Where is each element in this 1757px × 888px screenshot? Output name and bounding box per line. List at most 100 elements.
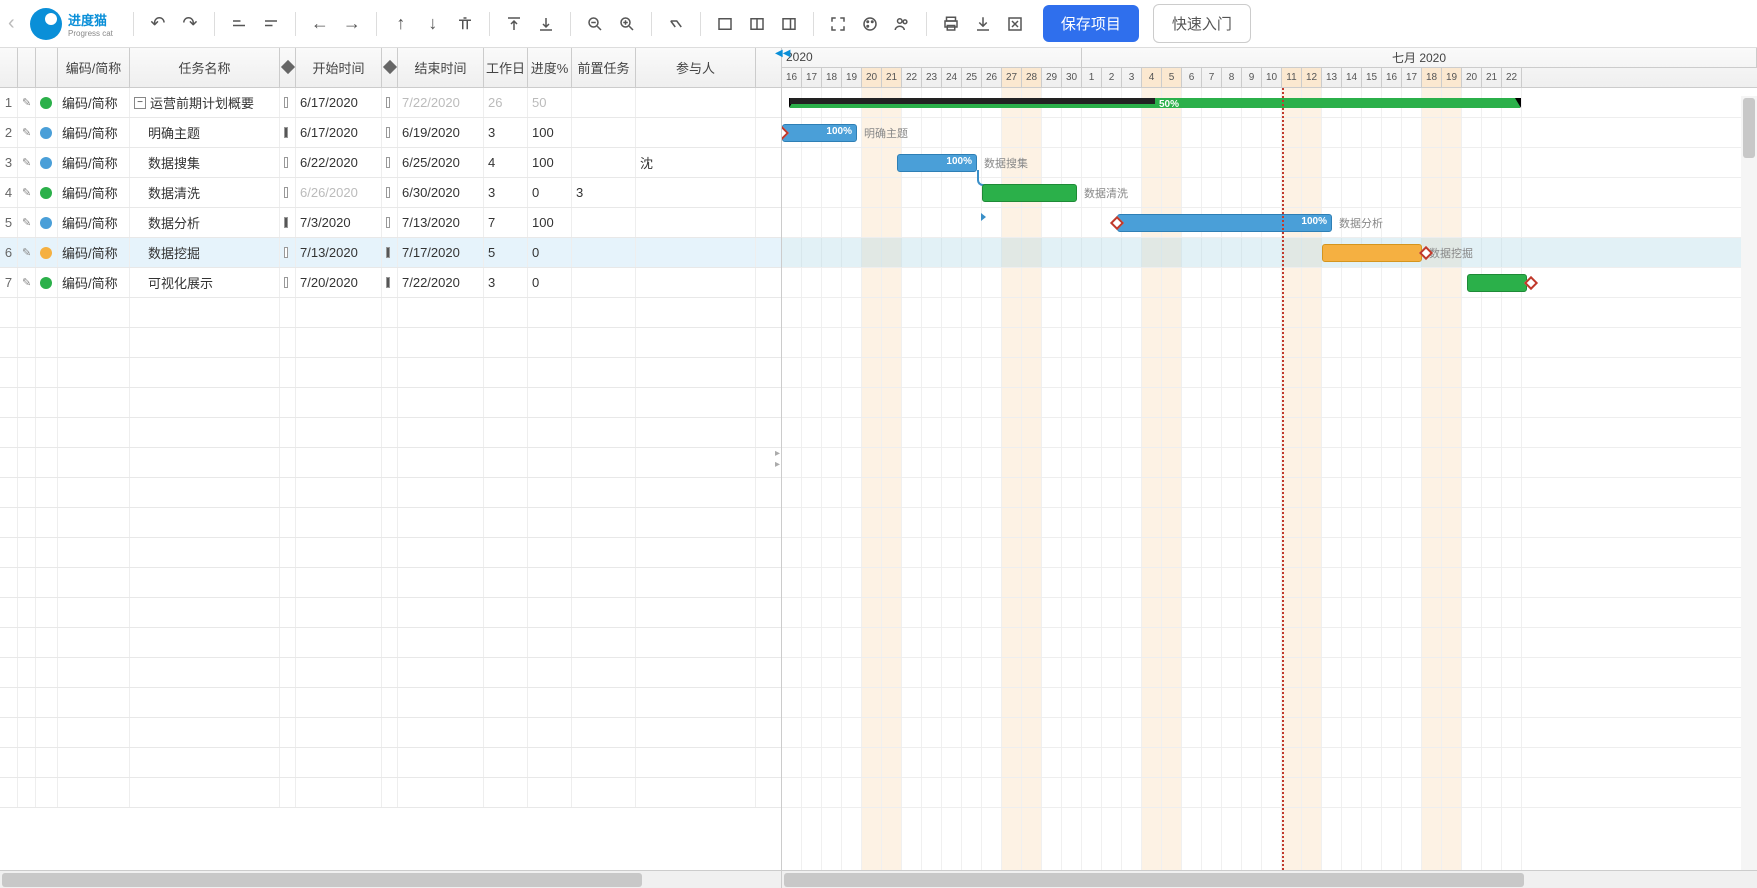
- table-row[interactable]: [0, 298, 781, 328]
- col-participant[interactable]: 参与人: [636, 48, 756, 87]
- cell-code[interactable]: 编码/简称: [58, 118, 130, 147]
- move-up-icon[interactable]: ↑: [387, 10, 415, 38]
- gantt-bar[interactable]: 数据挖掘: [1322, 244, 1422, 262]
- insert-above-icon[interactable]: [225, 10, 253, 38]
- cell-code[interactable]: 编码/简称: [58, 148, 130, 177]
- table-row[interactable]: [0, 748, 781, 778]
- table-row[interactable]: [0, 388, 781, 418]
- gantt-row[interactable]: 100%数据分析: [782, 208, 1757, 238]
- table-row[interactable]: [0, 628, 781, 658]
- zoom-in-icon[interactable]: [613, 10, 641, 38]
- cell-predecessor[interactable]: [572, 88, 636, 117]
- table-row[interactable]: [0, 658, 781, 688]
- table-row[interactable]: [0, 508, 781, 538]
- gantt-row[interactable]: [782, 508, 1757, 538]
- table-row[interactable]: [0, 778, 781, 808]
- table-row[interactable]: 1✎编码/简称−运营前期计划概要6/17/20207/22/20202650: [0, 88, 781, 118]
- col-name[interactable]: 任务名称: [130, 48, 280, 87]
- cell-participant[interactable]: [636, 268, 756, 297]
- cell-end[interactable]: 6/30/2020: [398, 178, 484, 207]
- table-row[interactable]: [0, 448, 781, 478]
- color-dot[interactable]: [36, 178, 58, 207]
- cell-start-chk[interactable]: [280, 238, 296, 267]
- cell-predecessor[interactable]: [572, 118, 636, 147]
- cell-progress[interactable]: 100: [528, 118, 572, 147]
- cell-end-chk[interactable]: [382, 118, 398, 147]
- col-predecessor[interactable]: 前置任务: [572, 48, 636, 87]
- insert-below-icon[interactable]: [257, 10, 285, 38]
- edit-icon[interactable]: ✎: [18, 178, 36, 207]
- layout-3-icon[interactable]: [775, 10, 803, 38]
- gantt-row[interactable]: [782, 688, 1757, 718]
- vscroll[interactable]: [1741, 96, 1757, 870]
- gantt-bar[interactable]: [1467, 274, 1527, 292]
- zoom-out-icon[interactable]: [581, 10, 609, 38]
- cell-progress[interactable]: 100: [528, 208, 572, 237]
- gantt-bar[interactable]: 100%明确主题: [782, 124, 857, 142]
- download-icon[interactable]: [969, 10, 997, 38]
- cell-end-chk[interactable]: [382, 178, 398, 207]
- move-down-icon[interactable]: ↓: [419, 10, 447, 38]
- cell-predecessor[interactable]: 3: [572, 178, 636, 207]
- users-icon[interactable]: [888, 10, 916, 38]
- gantt-bar[interactable]: 数据清洗: [982, 184, 1077, 202]
- gantt-row[interactable]: [782, 598, 1757, 628]
- cell-participant[interactable]: [636, 208, 756, 237]
- gantt-bar[interactable]: 100%数据分析: [1117, 214, 1332, 232]
- table-row[interactable]: [0, 478, 781, 508]
- table-row[interactable]: [0, 328, 781, 358]
- cell-name[interactable]: 明确主题: [130, 118, 280, 147]
- table-row[interactable]: 2✎编码/简称明确主题6/17/20206/19/20203100: [0, 118, 781, 148]
- table-row[interactable]: 7✎编码/简称可视化展示7/20/20207/22/202030: [0, 268, 781, 298]
- gantt-bar[interactable]: 50%: [790, 98, 1520, 108]
- gantt-row[interactable]: [782, 358, 1757, 388]
- palette-icon[interactable]: [856, 10, 884, 38]
- cell-code[interactable]: 编码/简称: [58, 238, 130, 267]
- color-dot[interactable]: [36, 148, 58, 177]
- gantt-hscroll[interactable]: [782, 870, 1757, 888]
- link-icon[interactable]: [662, 10, 690, 38]
- cell-start[interactable]: 6/17/2020: [296, 118, 382, 147]
- cell-predecessor[interactable]: [572, 148, 636, 177]
- cell-end[interactable]: 6/25/2020: [398, 148, 484, 177]
- cell-start-chk[interactable]: [280, 208, 296, 237]
- gantt-row[interactable]: [782, 658, 1757, 688]
- cell-progress[interactable]: 50: [528, 88, 572, 117]
- gantt-row[interactable]: [782, 718, 1757, 748]
- cell-predecessor[interactable]: [572, 238, 636, 267]
- edit-icon[interactable]: ✎: [18, 88, 36, 117]
- gantt-row[interactable]: [782, 538, 1757, 568]
- gantt-row[interactable]: 100%数据搜集: [782, 148, 1757, 178]
- edit-icon[interactable]: ✎: [18, 118, 36, 147]
- cell-participant[interactable]: [636, 238, 756, 267]
- cell-end[interactable]: 7/13/2020: [398, 208, 484, 237]
- gantt-row[interactable]: [782, 448, 1757, 478]
- cell-participant[interactable]: [636, 88, 756, 117]
- gantt-row[interactable]: [782, 478, 1757, 508]
- delete-icon[interactable]: [451, 10, 479, 38]
- cell-participant[interactable]: [636, 178, 756, 207]
- back-chevron-icon[interactable]: ‹: [8, 12, 26, 35]
- cell-code[interactable]: 编码/简称: [58, 268, 130, 297]
- cell-start-chk[interactable]: [280, 268, 296, 297]
- gantt-row[interactable]: [782, 298, 1757, 328]
- cell-duration[interactable]: 4: [484, 148, 528, 177]
- cell-start[interactable]: 7/20/2020: [296, 268, 382, 297]
- cell-progress[interactable]: 100: [528, 148, 572, 177]
- cell-end-chk[interactable]: [382, 148, 398, 177]
- color-dot[interactable]: [36, 208, 58, 237]
- collapse-left-icon[interactable]: ◀◀: [775, 48, 789, 62]
- gantt-row[interactable]: [782, 418, 1757, 448]
- cell-end-chk[interactable]: [382, 268, 398, 297]
- table-row[interactable]: [0, 418, 781, 448]
- cell-duration[interactable]: 3: [484, 178, 528, 207]
- color-dot[interactable]: [36, 268, 58, 297]
- table-row[interactable]: [0, 568, 781, 598]
- cell-name[interactable]: 数据搜集: [130, 148, 280, 177]
- cell-duration[interactable]: 3: [484, 118, 528, 147]
- quickstart-button[interactable]: 快速入门: [1153, 4, 1251, 43]
- cell-end[interactable]: 6/19/2020: [398, 118, 484, 147]
- cell-code[interactable]: 编码/简称: [58, 88, 130, 117]
- collapse-icon[interactable]: −: [134, 97, 146, 109]
- cell-start[interactable]: 6/26/2020: [296, 178, 382, 207]
